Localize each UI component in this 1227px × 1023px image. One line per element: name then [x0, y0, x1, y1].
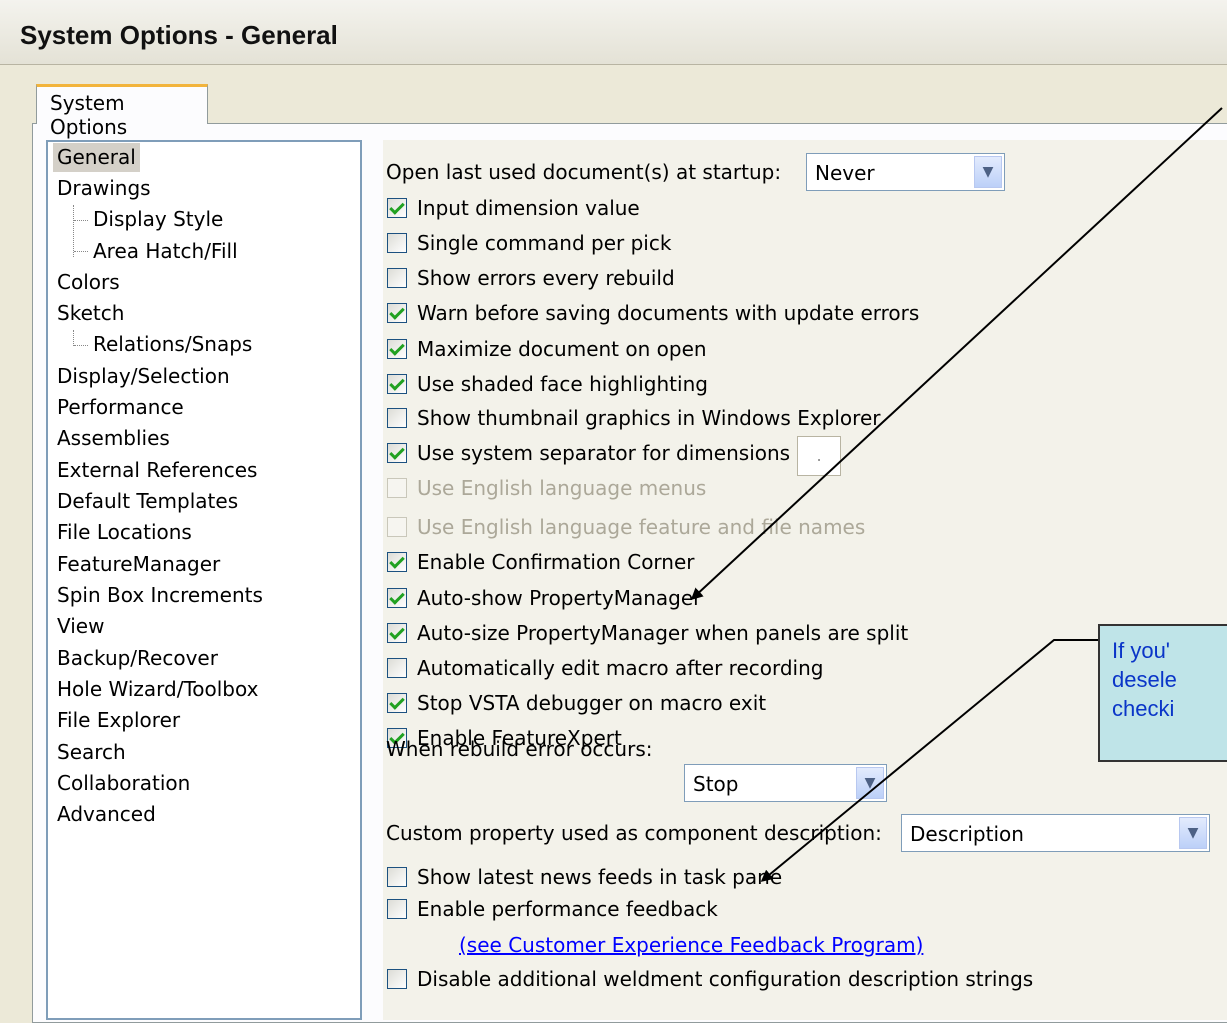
callout-line: checki [1112, 696, 1175, 721]
open-last-dropdown[interactable]: Never ▼ [806, 153, 1005, 191]
feedback-program-link[interactable]: (see Customer Experience Feedback Progra… [459, 933, 923, 957]
checkbox-auto-size-propertymanager[interactable] [387, 623, 407, 643]
label-show-thumbnail-graphics: Show thumbnail graphics in Windows Explo… [417, 406, 881, 430]
checkbox-confirmation-corner[interactable] [387, 552, 407, 572]
tree-item-file-locations[interactable]: File Locations [57, 518, 192, 547]
checkbox-stop-vsta-debugger[interactable] [387, 693, 407, 713]
chevron-down-icon[interactable]: ▼ [1179, 817, 1207, 849]
checkbox-warn-before-saving[interactable] [387, 303, 407, 323]
custom-property-value: Description [910, 822, 1024, 846]
rebuild-error-dropdown[interactable]: Stop ▼ [684, 764, 887, 802]
checkbox-show-errors-every-rebuild[interactable] [387, 268, 407, 288]
tab-label: System Options [50, 91, 128, 139]
label-confirmation-corner: Enable Confirmation Corner [417, 550, 695, 574]
checkbox-english-feature-names [387, 517, 407, 537]
tree-connector [73, 205, 74, 257]
checkbox-show-thumbnail-graphics[interactable] [387, 408, 407, 428]
label-input-dimension-value: Input dimension value [417, 196, 640, 220]
label-auto-edit-macro: Automatically edit macro after recording [417, 656, 824, 680]
tree-item-assemblies[interactable]: Assemblies [57, 424, 170, 453]
callout-line: If you' [1112, 638, 1171, 663]
label-warn-before-saving: Warn before saving documents with update… [417, 301, 920, 325]
window-title: System Options - General [20, 20, 338, 50]
label-single-command-per-pick: Single command per pick [417, 231, 672, 255]
rebuild-error-value: Stop [693, 772, 739, 796]
tree-item-performance[interactable]: Performance [57, 393, 184, 422]
tree-item-sketch[interactable]: Sketch [57, 299, 124, 328]
tree-item-relations-snaps[interactable]: Relations/Snaps [93, 330, 252, 359]
checkbox-disable-weldment-strings[interactable] [387, 969, 407, 989]
tree-item-file-explorer[interactable]: File Explorer [57, 706, 180, 735]
tree-connector [74, 345, 88, 346]
tree-item-colors[interactable]: Colors [57, 268, 120, 297]
tab-system-options[interactable]: System Options [36, 84, 208, 139]
custom-property-label: Custom property used as component descri… [386, 821, 882, 845]
checkbox-system-separator[interactable] [387, 443, 407, 463]
label-performance-feedback: Enable performance feedback [417, 897, 718, 921]
checkbox-input-dimension-value[interactable] [387, 198, 407, 218]
tree-item-hole-wizard-toolbox[interactable]: Hole Wizard/Toolbox [57, 675, 258, 704]
checkbox-news-feeds[interactable] [387, 867, 407, 887]
tree-item-collaboration[interactable]: Collaboration [57, 769, 190, 798]
label-stop-vsta-debugger: Stop VSTA debugger on macro exit [417, 691, 767, 715]
tree-item-search[interactable]: Search [57, 738, 126, 767]
tree-item-general[interactable]: General [53, 143, 140, 172]
label-show-errors-every-rebuild: Show errors every rebuild [417, 266, 675, 290]
label-disable-weldment-strings: Disable additional weldment configuratio… [417, 967, 1034, 991]
label-auto-size-propertymanager: Auto-size PropertyManager when panels ar… [417, 621, 909, 645]
checkbox-single-command-per-pick[interactable] [387, 233, 407, 253]
tree-item-display-style[interactable]: Display Style [93, 205, 223, 234]
checkbox-auto-show-propertymanager[interactable] [387, 588, 407, 608]
chevron-down-icon[interactable]: ▼ [856, 767, 884, 799]
custom-property-dropdown[interactable]: Description ▼ [901, 814, 1210, 852]
open-last-value: Never [815, 161, 875, 185]
checkbox-shaded-face-highlighting[interactable] [387, 374, 407, 394]
tree-item-featuremanager[interactable]: FeatureManager [57, 550, 220, 579]
label-system-separator: Use system separator for dimensions [417, 441, 791, 465]
label-english-menus: Use English language menus [417, 476, 707, 500]
tree-connector [74, 251, 88, 252]
callout-line: desele [1112, 667, 1177, 692]
label-shaded-face-highlighting: Use shaded face highlighting [417, 372, 708, 396]
chevron-down-icon[interactable]: ▼ [974, 156, 1002, 188]
label-auto-show-propertymanager: Auto-show PropertyManager [417, 586, 702, 610]
tree-connector [74, 220, 88, 221]
tree-item-external-references[interactable]: External References [57, 456, 257, 485]
checkbox-english-menus [387, 478, 407, 498]
tree-item-advanced[interactable]: Advanced [57, 800, 156, 829]
tree-connector [73, 330, 74, 346]
tree-item-drawings[interactable]: Drawings [57, 174, 151, 203]
checkbox-auto-edit-macro[interactable] [387, 658, 407, 678]
tree-item-backup-recover[interactable]: Backup/Recover [57, 644, 218, 673]
checkbox-maximize-document[interactable] [387, 339, 407, 359]
tree-item-spin-box-increments[interactable]: Spin Box Increments [57, 581, 263, 610]
tree-item-default-templates[interactable]: Default Templates [57, 487, 238, 516]
rebuild-error-label: When rebuild error occurs: [386, 737, 653, 761]
open-last-label: Open last used document(s) at startup: [386, 160, 782, 184]
label-news-feeds: Show latest news feeds in task pane [417, 865, 783, 889]
tree-item-area-hatch-fill[interactable]: Area Hatch/Fill [93, 237, 238, 266]
callout-note: If you' desele checki [1098, 624, 1227, 762]
tree-item-display-selection[interactable]: Display/Selection [57, 362, 230, 391]
label-english-feature-names: Use English language feature and file na… [417, 515, 866, 539]
tree-item-view[interactable]: View [57, 612, 104, 641]
title-bar: System Options - General [0, 0, 1227, 65]
checkbox-performance-feedback[interactable] [387, 899, 407, 919]
label-maximize-document: Maximize document on open [417, 337, 707, 361]
separator-field[interactable]: . [797, 436, 841, 476]
